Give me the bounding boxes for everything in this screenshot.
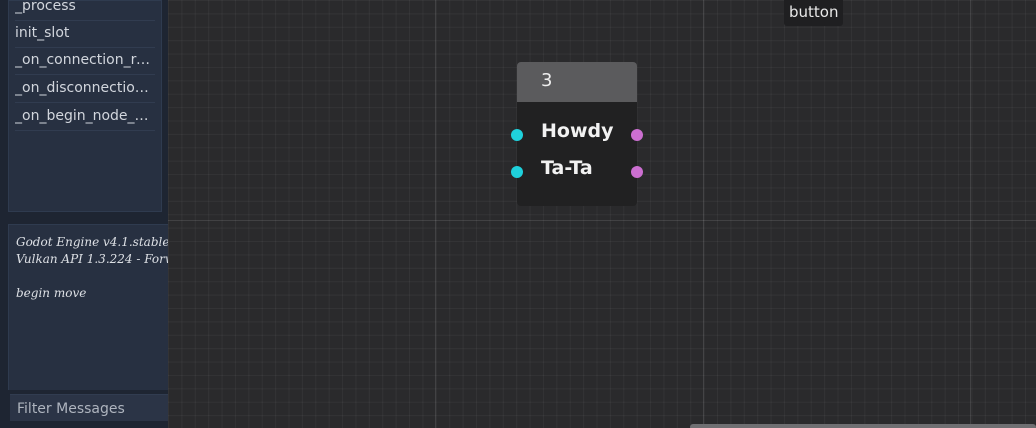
- method-item-init-slot[interactable]: init_slot: [15, 20, 155, 48]
- grid-major-line: [168, 220, 1036, 221]
- graph-node-title: 3: [541, 70, 553, 91]
- output-port-ta-ta[interactable]: [631, 166, 643, 178]
- output-port-howdy[interactable]: [631, 129, 643, 141]
- log-line-engine-version: Godot Engine v4.1.stable.official: [16, 235, 168, 249]
- method-item-on-disconnection-request[interactable]: _on_disconnection...: [15, 75, 155, 103]
- input-port-ta-ta[interactable]: [511, 166, 523, 178]
- graph-node-title-bar[interactable]: 3: [517, 62, 637, 102]
- filter-messages-box: [10, 394, 168, 422]
- filter-messages-input[interactable]: [10, 395, 168, 422]
- method-item-on-connection-request[interactable]: _on_connection_re...: [15, 47, 155, 75]
- graph-node-body: Howdy Ta-Ta: [517, 102, 637, 206]
- method-item-process[interactable]: _process: [15, 1, 155, 21]
- button[interactable]: button: [784, 0, 844, 26]
- output-log: Godot Engine v4.1.stable.official Vulkan…: [8, 224, 168, 390]
- slot-label-howdy: Howdy: [541, 120, 614, 142]
- method-list[interactable]: _process init_slot _on_connection_re... …: [8, 0, 162, 212]
- log-line-begin-move: begin move: [16, 286, 87, 300]
- grid-major-line: [435, 0, 436, 428]
- graph-node[interactable]: 3 Howdy Ta-Ta: [511, 62, 643, 206]
- input-port-howdy[interactable]: [511, 129, 523, 141]
- slot-label-ta-ta: Ta-Ta: [541, 157, 593, 179]
- grid-major-line: [703, 0, 704, 428]
- grid-major-line: [970, 0, 971, 428]
- method-item-on-begin-node-move[interactable]: _on_begin_node_m...: [15, 103, 155, 131]
- left-dock: _process init_slot _on_connection_re... …: [0, 0, 168, 428]
- horizontal-scrollbar[interactable]: [690, 424, 1036, 428]
- log-line-renderer: Vulkan API 1.3.224 - Forward+: [16, 252, 168, 266]
- editor-window: _process init_slot _on_connection_re... …: [0, 0, 1036, 428]
- graph-canvas[interactable]: button 3 Howdy Ta-Ta: [168, 0, 1036, 428]
